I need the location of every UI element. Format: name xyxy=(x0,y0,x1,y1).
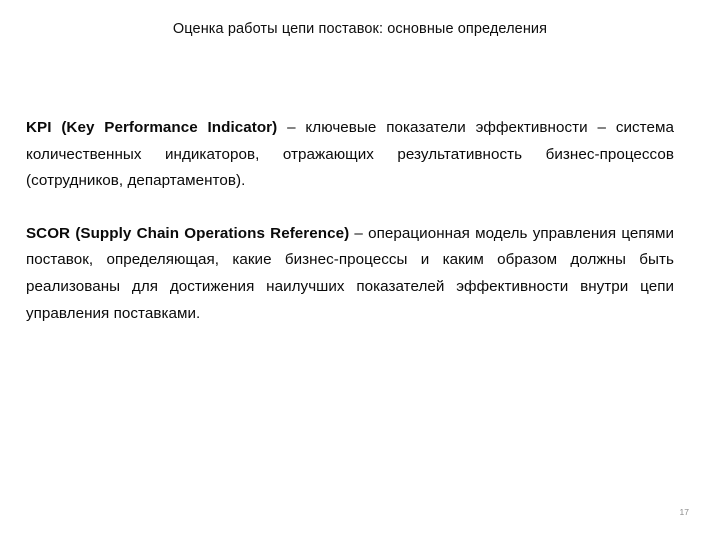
definition-paragraph-scor: SCOR (Supply Chain Operations Reference)… xyxy=(26,221,674,327)
definition-paragraph-kpi: KPI (Key Performance Indicator) – ключев… xyxy=(26,115,674,195)
page-number: 17 xyxy=(679,506,689,517)
slide-body: KPI (Key Performance Indicator) – ключев… xyxy=(26,115,674,327)
term-scor: SCOR (Supply Chain Operations Reference) xyxy=(26,224,350,242)
term-kpi: KPI (Key Performance Indicator) xyxy=(26,119,278,136)
slide-canvas: Оценка работы цепи поставок: основные оп… xyxy=(0,0,720,540)
page-title: Оценка работы цепи поставок: основные оп… xyxy=(172,21,548,37)
